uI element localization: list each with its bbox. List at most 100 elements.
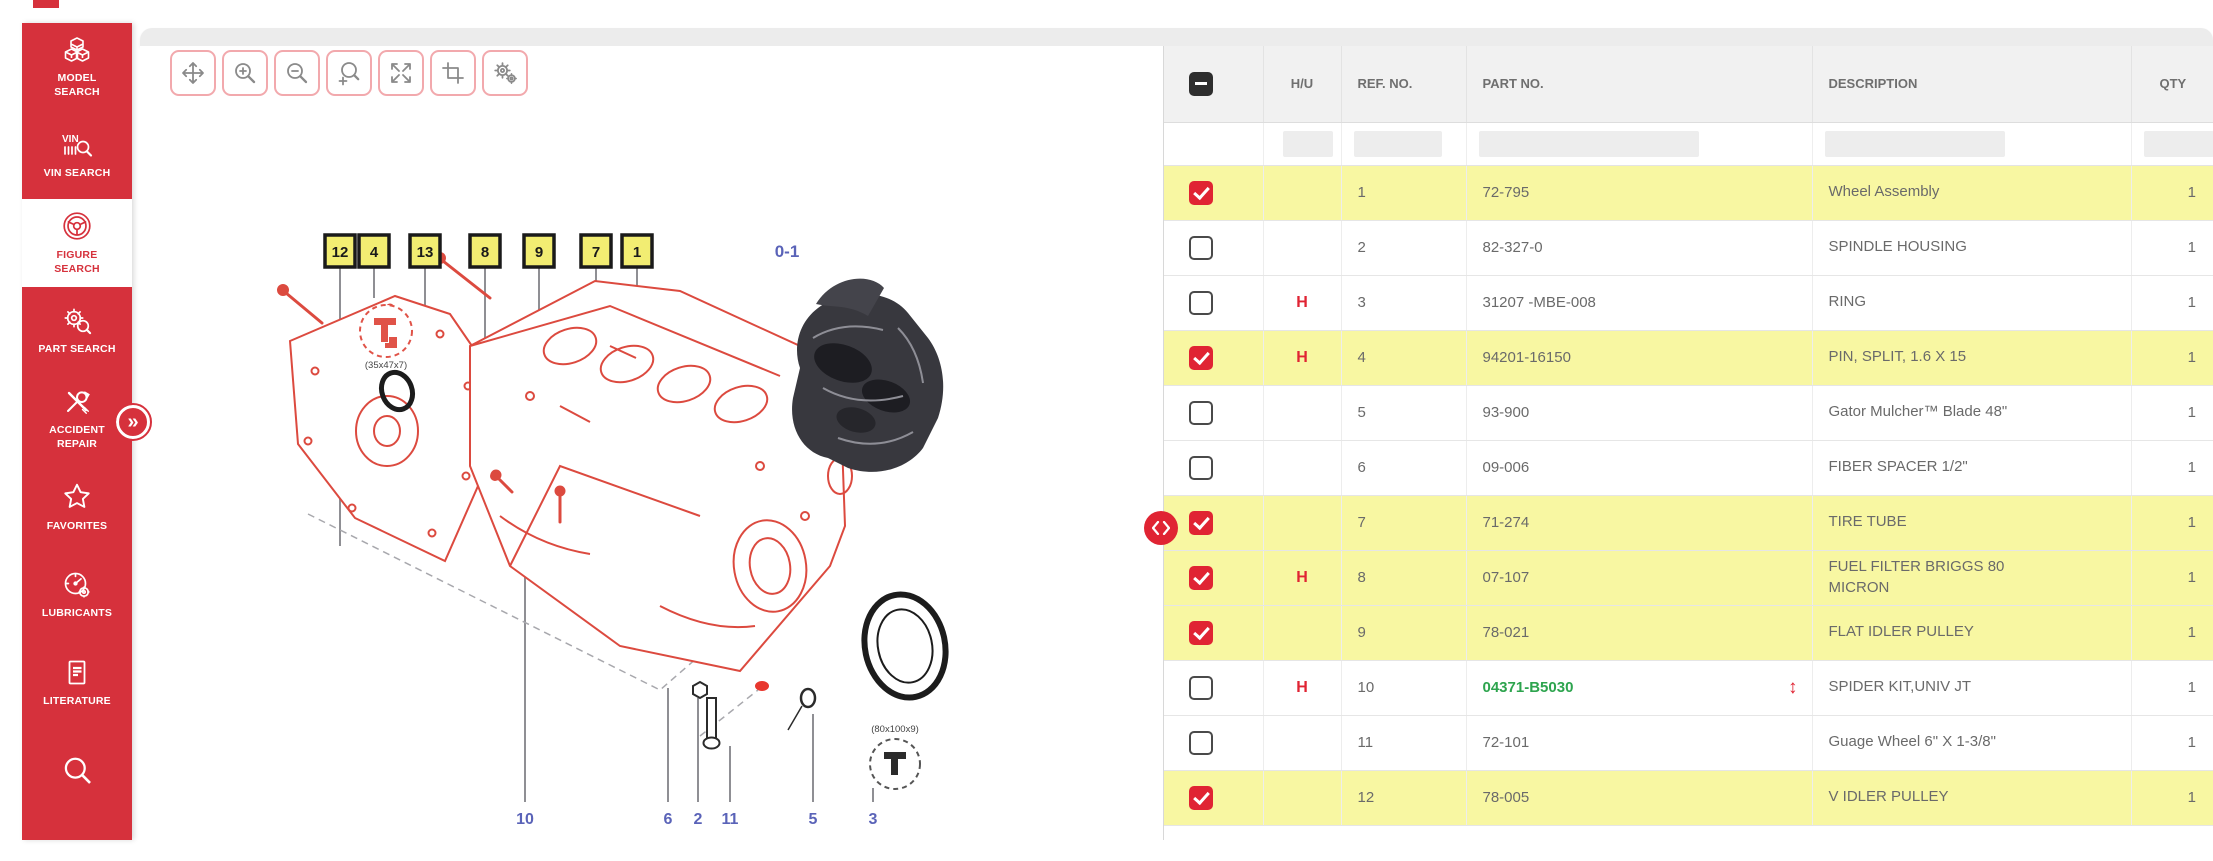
- row-checkbox[interactable]: [1189, 180, 1213, 205]
- row-checkbox[interactable]: [1189, 730, 1213, 755]
- svg-text:VIN: VIN: [62, 134, 79, 145]
- row-description-cell: Gator Mulcher™ Blade 48": [1811, 385, 2131, 441]
- figure-ref-label[interactable]: 5: [809, 811, 818, 828]
- row-hu-cell: [1262, 165, 1341, 221]
- row-checkbox[interactable]: [1189, 235, 1213, 260]
- row-hu-cell: [1262, 770, 1341, 826]
- settings-button[interactable]: [482, 50, 528, 96]
- seal-detail-callout: (35x47x7): [359, 304, 413, 371]
- seal-dimensions-note: (35x47x7): [365, 360, 407, 371]
- row-hu-cell: H: [1262, 660, 1341, 716]
- row-ref-no-cell: 1: [1340, 165, 1466, 221]
- select-all-checkbox[interactable]: [1189, 71, 1213, 96]
- sidebar-item-lubricants[interactable]: LUBRICANTS: [22, 551, 132, 639]
- figure-callout[interactable]: 13: [408, 233, 442, 269]
- part-number: 07-107: [1482, 569, 1530, 586]
- filter-cell-part[interactable]: [1465, 122, 1812, 166]
- row-checkbox[interactable]: [1189, 345, 1213, 370]
- figure-callout[interactable]: 8: [468, 233, 502, 269]
- zoom-selection-button[interactable]: [326, 50, 372, 96]
- double-chevron-right-icon: »: [127, 411, 139, 433]
- sidebar-item-search[interactable]: [22, 727, 132, 815]
- table-header-row: H/U REF. NO. PART NO. DESCRIPTION QTY: [1164, 46, 2213, 123]
- crop-button[interactable]: [430, 50, 476, 96]
- figure-callout[interactable]: 12: [323, 233, 357, 269]
- row-ref-no-cell: 12: [1340, 770, 1466, 826]
- qty-filter-input[interactable]: [2143, 130, 2213, 157]
- table-row[interactable]: 5 93-900 ↕ Gator Mulcher™ Blade 48" 1: [1164, 385, 2213, 441]
- part-number: 93-900: [1482, 404, 1530, 421]
- figure-viewer-panel[interactable]: (35x47x7) (80x100x9) 0-1 12 4 13 8 9 7 1…: [140, 46, 1163, 840]
- figure-callout[interactable]: 1: [620, 233, 654, 269]
- sidebar-item-literature[interactable]: LITERATURE: [22, 639, 132, 727]
- table-row[interactable]: H 8 07-107 ↕ FUEL FILTER BRIGGS 80 MICRO…: [1164, 550, 2213, 606]
- filter-cell-qty[interactable]: [2130, 122, 2213, 166]
- figure-ref-label[interactable]: 3: [869, 811, 878, 828]
- row-description-cell: V IDLER PULLEY: [1811, 770, 2131, 826]
- table-row[interactable]: 1 72-795 ↕ Wheel Assembly 1: [1164, 165, 2213, 221]
- table-row[interactable]: 6 09-006 ↕ FIBER SPACER 1/2" 1: [1164, 440, 2213, 496]
- row-qty-cell: 1: [2130, 440, 2213, 496]
- row-checkbox[interactable]: [1189, 675, 1213, 700]
- figure-ref-label[interactable]: 6: [664, 811, 673, 828]
- row-checkbox[interactable]: [1189, 565, 1213, 590]
- table-row[interactable]: 2 82-327-0 ↕ SPINDLE HOUSING 1: [1164, 220, 2213, 276]
- table-row[interactable]: H 4 94201-16150 ↕ PIN, SPLIT, 1.6 X 15 1: [1164, 330, 2213, 386]
- part-number: 94201-16150: [1482, 349, 1571, 366]
- sidebar-item-favorites[interactable]: FAVORITES: [22, 463, 132, 551]
- pan-button[interactable]: [170, 50, 216, 96]
- sidebar-item-vin-search[interactable]: VIN VIN SEARCH: [22, 111, 132, 199]
- table-row[interactable]: H 10 04371-B5030 ↕ SPIDER KIT,UNIV JT 1: [1164, 660, 2213, 716]
- figure-sheet-label[interactable]: 0-1: [775, 242, 800, 261]
- figure-callout[interactable]: 7: [579, 233, 613, 269]
- row-part-no-cell: 31207 -MBE-008 ↕: [1465, 275, 1812, 331]
- sidebar-item-label: FIGURE SEARCH: [54, 248, 100, 275]
- row-hu-cell: [1262, 385, 1341, 441]
- ref-no-filter-input[interactable]: [1353, 130, 1442, 157]
- document-icon: [62, 658, 92, 688]
- figure-callout[interactable]: 4: [357, 233, 391, 269]
- table-row[interactable]: 11 72-101 ↕ Guage Wheel 6" X 1-3/8" 1: [1164, 715, 2213, 771]
- row-checkbox[interactable]: [1189, 785, 1213, 810]
- table-row[interactable]: 12 78-005 ↕ V IDLER PULLEY 1: [1164, 770, 2213, 826]
- figure-ref-label[interactable]: 10: [516, 811, 534, 828]
- fit-screen-button[interactable]: [378, 50, 424, 96]
- filter-cell-hu[interactable]: [1262, 122, 1341, 166]
- row-select-cell: [1164, 605, 1263, 661]
- zoom-in-button[interactable]: [222, 50, 268, 96]
- swap-parts-icon[interactable]: ↕: [1788, 677, 1798, 699]
- table-row[interactable]: 9 78-021 ↕ FLAT IDLER PULLEY 1: [1164, 605, 2213, 661]
- row-qty-cell: 1: [2130, 330, 2213, 386]
- filter-cell-desc[interactable]: [1811, 122, 2131, 166]
- row-checkbox[interactable]: [1189, 290, 1213, 315]
- description-filter-input[interactable]: [1824, 130, 2005, 157]
- table-row[interactable]: 7 71-274 ↕ TIRE TUBE 1: [1164, 495, 2213, 551]
- filter-cell-ref[interactable]: [1340, 122, 1466, 166]
- figure-ref-label[interactable]: 2: [694, 811, 703, 828]
- figure-callout[interactable]: 9: [522, 233, 556, 269]
- sidebar-item-figure-search[interactable]: FIGURE SEARCH: [22, 199, 132, 287]
- column-header-part-no: PART NO.: [1465, 46, 1812, 123]
- sidebar-expand-button[interactable]: »: [114, 403, 152, 441]
- hu-filter-input[interactable]: [1283, 130, 1333, 157]
- figure-ref-label[interactable]: 11: [722, 811, 739, 828]
- row-checkbox[interactable]: [1189, 455, 1213, 480]
- engine-thumbnail[interactable]: [792, 278, 944, 472]
- panel-splitter-handle[interactable]: [1144, 511, 1178, 545]
- sidebar-item-model-search[interactable]: MODEL SEARCH: [22, 23, 132, 111]
- table-row[interactable]: H 3 31207 -MBE-008 ↕ RING 1: [1164, 275, 2213, 331]
- zoom-out-button[interactable]: [274, 50, 320, 96]
- part-number[interactable]: 04371-B5030: [1483, 679, 1574, 696]
- row-checkbox[interactable]: [1189, 400, 1213, 425]
- part-no-filter-input[interactable]: [1478, 130, 1699, 157]
- select-all-header: [1164, 46, 1263, 123]
- row-checkbox[interactable]: [1189, 510, 1213, 535]
- seal-detail-callout-2: (80x100x9): [869, 724, 921, 790]
- row-hu-cell: [1262, 715, 1341, 771]
- sidebar-item-label: VIN SEARCH: [43, 166, 111, 179]
- figure-diagram[interactable]: (35x47x7) (80x100x9) 0-1 12 4 13 8 9 7 1…: [140, 46, 1163, 840]
- parts-table-panel[interactable]: H/U REF. NO. PART NO. DESCRIPTION QTY 1: [1163, 46, 2213, 840]
- sidebar-item-part-search[interactable]: PART SEARCH: [22, 287, 132, 375]
- svg-text:12: 12: [332, 244, 349, 261]
- row-checkbox[interactable]: [1189, 620, 1213, 645]
